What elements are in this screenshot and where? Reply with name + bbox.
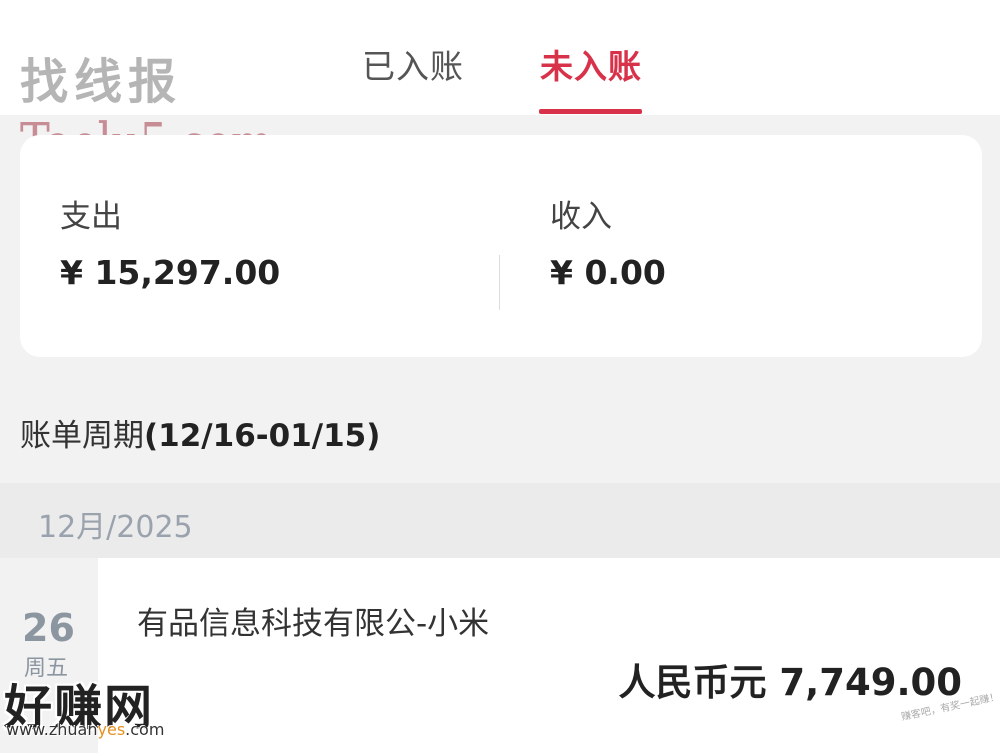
tab-posted[interactable]: 已入账 [362,40,464,88]
billing-period-label: 账单周期 [20,418,144,454]
income-value: ¥ 0.00 [550,253,666,292]
watermark-bottom-url: www.zhuanyes.com [6,720,164,739]
expense-label: 支出 [60,199,122,235]
month-label: 12月/2025 [38,510,193,545]
page: 已入账 未入账 找线报 Taolu5.com 支出 ¥ 15,297.00 收入… [0,0,1000,753]
transaction-merchant: 有品信息科技有限公-小米 [137,606,490,642]
summary-divider [499,255,500,310]
income-label: 收入 [550,199,612,235]
billing-period-range: (12/16-01/15) [144,418,381,454]
billing-period: 账单周期(12/16-01/15) [20,410,380,455]
transaction-amount: 人民币元 7,749.00 [618,661,962,704]
transaction-day: 26 [22,606,75,650]
watermark-url-prefix: www.zhuan [6,720,98,739]
active-tab-indicator [539,109,642,114]
summary-card: 支出 ¥ 15,297.00 收入 ¥ 0.00 [20,135,982,357]
watermark-top-logo: 找线报 [20,54,183,110]
watermark-url-highlight: yes [97,720,126,739]
watermark-url-suffix: .com [125,720,165,739]
expense-value: ¥ 15,297.00 [60,253,281,292]
tab-pending[interactable]: 未入账 [540,40,642,88]
